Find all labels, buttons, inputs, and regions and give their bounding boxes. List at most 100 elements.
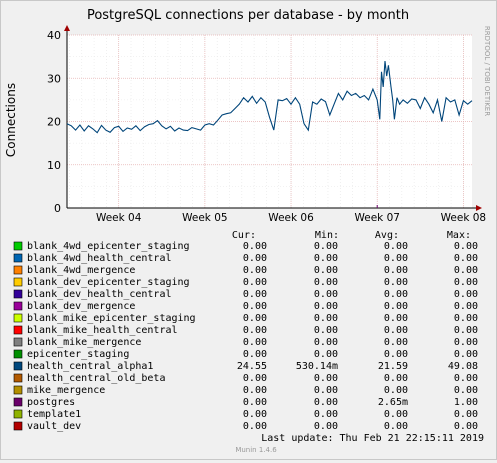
legend-avg-value: 0.00 xyxy=(384,385,408,396)
legend-avg-value: 0.00 xyxy=(384,349,408,360)
y-axis-label: Connections xyxy=(4,83,18,157)
legend-series-name: blank_dev_epicenter_staging xyxy=(27,277,190,288)
legend-max-value: 0.00 xyxy=(454,313,478,324)
legend-series-name: blank_mike_epicenter_staging xyxy=(27,313,196,324)
legend-series-name: blank_mike_health_central xyxy=(27,325,178,336)
legend-min-value: 0.00 xyxy=(314,385,338,396)
x-tick-label: Week 07 xyxy=(354,212,399,224)
legend-avg-value: 0.00 xyxy=(384,337,408,348)
legend-min-value: 0.00 xyxy=(314,301,338,312)
legend-min-value: 0.00 xyxy=(314,241,338,252)
legend-cur-value: 0.00 xyxy=(243,253,267,264)
legend-cur-value: 0.00 xyxy=(243,301,267,312)
y-tick-label: 40 xyxy=(47,29,61,42)
legend-avg-value: 0.00 xyxy=(384,253,408,264)
x-tick-label: Week 05 xyxy=(182,212,227,224)
legend-avg-value: 0.00 xyxy=(384,409,408,420)
legend-max-value: 0.00 xyxy=(454,373,478,384)
legend-max-value: 0.00 xyxy=(454,349,478,360)
last-update: Last update: Thu Feb 21 22:15:11 2019 xyxy=(261,433,484,444)
legend-series-name: blank_4wd_mergence xyxy=(27,265,135,276)
legend-cur-value: 0.00 xyxy=(243,337,267,348)
legend-max-value: 0.00 xyxy=(454,253,478,264)
legend-series-name: blank_mike_mergence xyxy=(27,337,141,348)
legend-avg-value: 0.00 xyxy=(384,277,408,288)
legend-max-value: 0.00 xyxy=(454,301,478,312)
legend-swatch xyxy=(13,265,23,275)
x-tick-label: Week 04 xyxy=(96,212,142,224)
legend-max-value: 49.08 xyxy=(448,361,478,372)
legend-swatch xyxy=(13,241,23,251)
legend-avg-value: 2.65m xyxy=(378,397,408,408)
legend-swatch xyxy=(13,397,23,407)
legend-series-name: health_central_alpha1 xyxy=(27,361,153,372)
legend-swatch xyxy=(13,385,23,395)
legend-min-value: 0.00 xyxy=(314,325,338,336)
legend-series-name: template1 xyxy=(27,409,81,420)
legend-cur-value: 24.55 xyxy=(237,361,267,372)
legend-swatch xyxy=(13,301,23,311)
legend-min-value: 0.00 xyxy=(314,253,338,264)
chart-title: PostgreSQL connections per database - by… xyxy=(87,8,409,23)
legend-max-value: 0.00 xyxy=(454,265,478,276)
legend-max-value: 0.00 xyxy=(454,421,478,432)
legend-min-value: 0.00 xyxy=(314,421,338,432)
legend-swatch xyxy=(13,313,23,323)
legend-swatch xyxy=(13,409,23,419)
legend-min-value: 530.14m xyxy=(296,361,338,372)
legend-max-value: 0.00 xyxy=(454,337,478,348)
legend-avg-value: 0.00 xyxy=(384,325,408,336)
legend-max-value: 0.00 xyxy=(454,289,478,300)
legend-min-value: 0.00 xyxy=(314,373,338,384)
legend-avg-value: 0.00 xyxy=(384,421,408,432)
legend-series-name: health_central_old_beta xyxy=(27,373,165,384)
munin-version: Munin 1.4.6 xyxy=(235,446,277,454)
legend-cur-value: 0.00 xyxy=(243,397,267,408)
legend-max-value: 0.00 xyxy=(454,325,478,336)
legend-min-value: 0.00 xyxy=(314,289,338,300)
legend-min-value: 0.00 xyxy=(314,409,338,420)
y-tick-label: 20 xyxy=(47,116,61,129)
legend-series-name: postgres xyxy=(27,397,75,408)
connections-chart: PostgreSQL connections per database - by… xyxy=(1,1,496,459)
legend-cur-value: 0.00 xyxy=(243,289,267,300)
legend-series-name: mike_mergence xyxy=(27,385,105,396)
legend-series-name: blank_dev_mergence xyxy=(27,301,135,312)
legend-header-avg: Avg: xyxy=(375,230,399,241)
x-tick-label: Week 06 xyxy=(268,212,314,224)
legend-min-value: 0.00 xyxy=(314,349,338,360)
legend-swatch xyxy=(13,325,23,335)
legend-min-value: 0.00 xyxy=(314,277,338,288)
legend-max-value: 0.00 xyxy=(454,409,478,420)
legend-cur-value: 0.00 xyxy=(243,385,267,396)
legend-series-name: epicenter_staging xyxy=(27,349,129,360)
legend-avg-value: 0.00 xyxy=(384,241,408,252)
legend-avg-value: 0.00 xyxy=(384,301,408,312)
legend-series-name: blank_dev_health_central xyxy=(27,289,172,300)
legend-swatch xyxy=(13,277,23,287)
legend-swatch xyxy=(13,289,23,299)
legend-series-name: blank_4wd_health_central xyxy=(27,253,172,264)
legend-min-value: 0.00 xyxy=(314,397,338,408)
legend-cur-value: 0.00 xyxy=(243,421,267,432)
x-tick-label: Week 08 xyxy=(441,212,486,224)
legend-swatch xyxy=(13,421,23,431)
legend-min-value: 0.00 xyxy=(314,337,338,348)
munin-graph: PostgreSQL connections per database - by… xyxy=(0,0,497,460)
legend-header-cur: Cur: xyxy=(232,230,256,241)
legend-cur-value: 0.00 xyxy=(243,277,267,288)
legend-cur-value: 0.00 xyxy=(243,373,267,384)
legend-header-max: Max: xyxy=(447,230,471,241)
legend-avg-value: 0.00 xyxy=(384,373,408,384)
legend-avg-value: 0.00 xyxy=(384,265,408,276)
rrdtool-watermark: RRDTOOL / TOBI OETIKER xyxy=(483,26,491,116)
legend-avg-value: 21.59 xyxy=(378,361,408,372)
legend-avg-value: 0.00 xyxy=(384,289,408,300)
legend-header-min: Min: xyxy=(315,230,339,241)
legend-cur-value: 0.00 xyxy=(243,265,267,276)
legend-cur-value: 0.00 xyxy=(243,241,267,252)
legend-max-value: 0.00 xyxy=(454,277,478,288)
legend-max-value: 0.00 xyxy=(454,385,478,396)
legend-swatch xyxy=(13,337,23,347)
legend-cur-value: 0.00 xyxy=(243,325,267,336)
